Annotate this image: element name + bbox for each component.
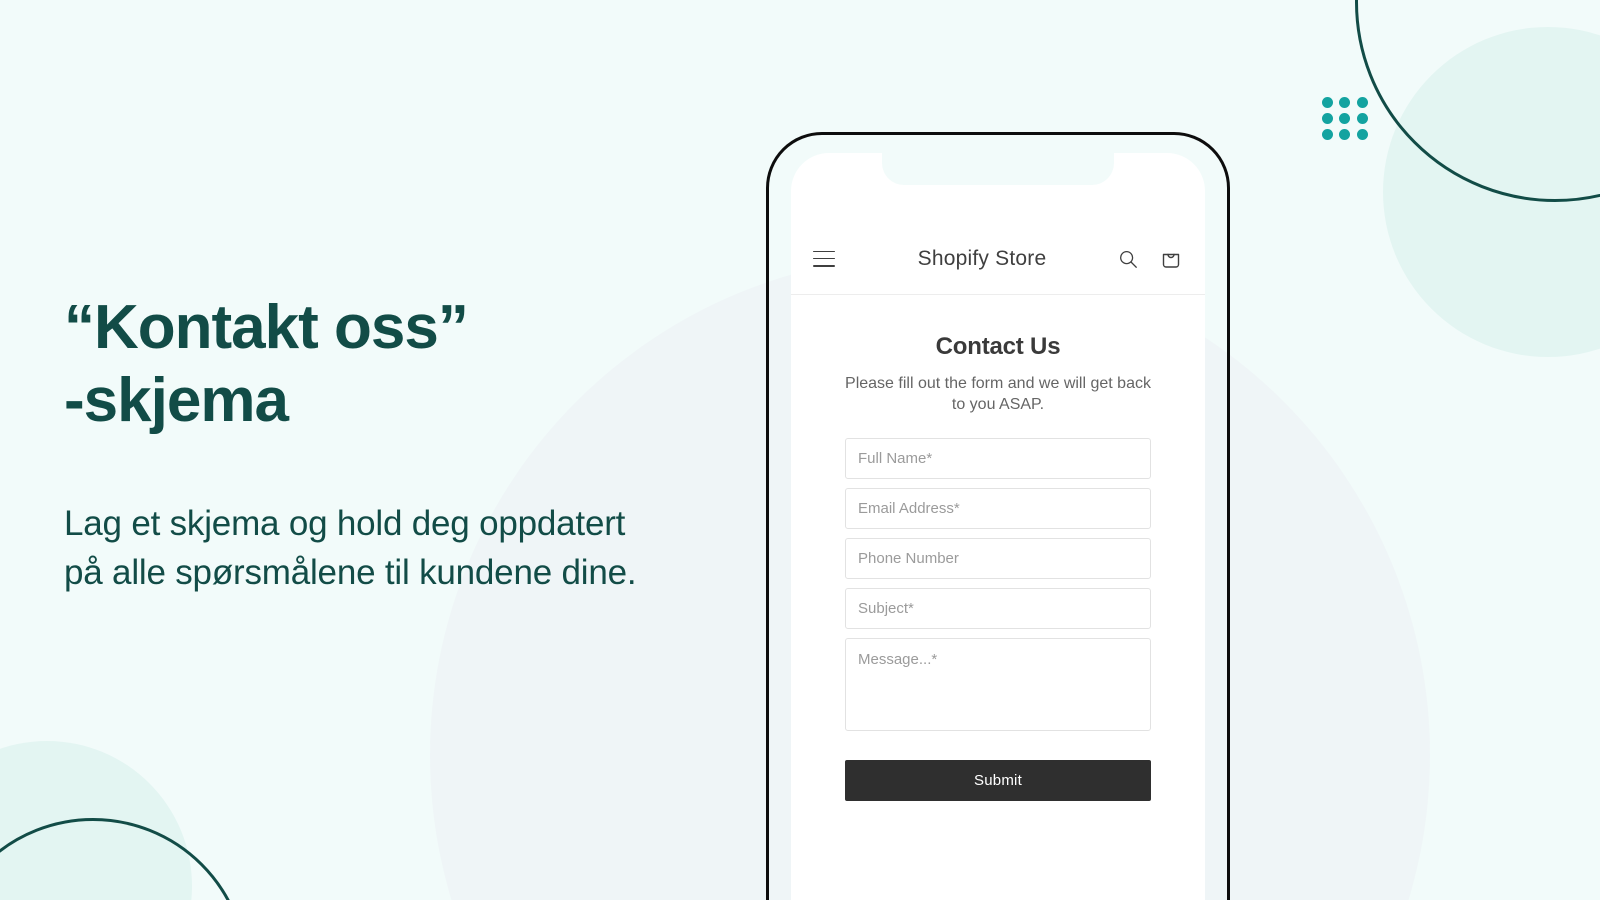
phone-notch [882,153,1114,185]
store-header: Shopify Store [791,223,1205,295]
dot [1339,128,1351,140]
bottom-left-filled-circle [0,741,192,900]
phone-screen: Shopify Store Contact Us Please fill out… [791,153,1205,900]
store-header-left [813,250,877,267]
contact-form-description: Please fill out the form and we will get… [845,375,1151,414]
dot [1339,112,1351,124]
dot [1339,96,1351,108]
hamburger-menu-icon[interactable] [813,250,835,267]
top-right-outline-circle [1355,0,1600,202]
dot [1322,128,1334,140]
dot [1322,96,1334,108]
email-address-input[interactable] [845,487,1151,529]
phone-number-input[interactable] [845,537,1151,579]
dot [1322,112,1334,124]
promo-subcopy: Lag et skjema og hold deg oppdatert på a… [64,504,637,593]
shopping-bag-icon[interactable] [1159,247,1183,271]
submit-button[interactable]: Submit [845,759,1151,801]
subject-input[interactable] [845,587,1151,629]
top-right-filled-circle [1383,27,1600,357]
message-textarea[interactable] [845,637,1151,731]
hamburger-bar [813,250,835,253]
hamburger-bar [813,257,835,260]
dot [1356,96,1368,108]
contact-form-title: Contact Us [935,333,1061,360]
bottom-left-outline-circle [0,818,248,900]
promo-headline: “Kontakt oss” -skjema [64,293,469,435]
store-header-right [1087,247,1183,271]
promo-copy: “Kontakt oss” -skjema Lag et skjema og h… [64,292,754,597]
dot [1356,128,1368,140]
search-icon[interactable] [1117,248,1139,270]
contact-form-fields [845,437,1151,731]
contact-form: Contact Us Please fill out the form and … [791,295,1205,801]
phone-mockup: Shopify Store Contact Us Please fill out… [766,132,1230,900]
dot [1356,112,1368,124]
dot-grid-icon [1319,94,1371,142]
hamburger-bar [813,264,835,267]
full-name-input[interactable] [845,437,1151,479]
store-title: Shopify Store [917,246,1047,270]
promo-canvas: “Kontakt oss” -skjema Lag et skjema og h… [0,0,1600,900]
